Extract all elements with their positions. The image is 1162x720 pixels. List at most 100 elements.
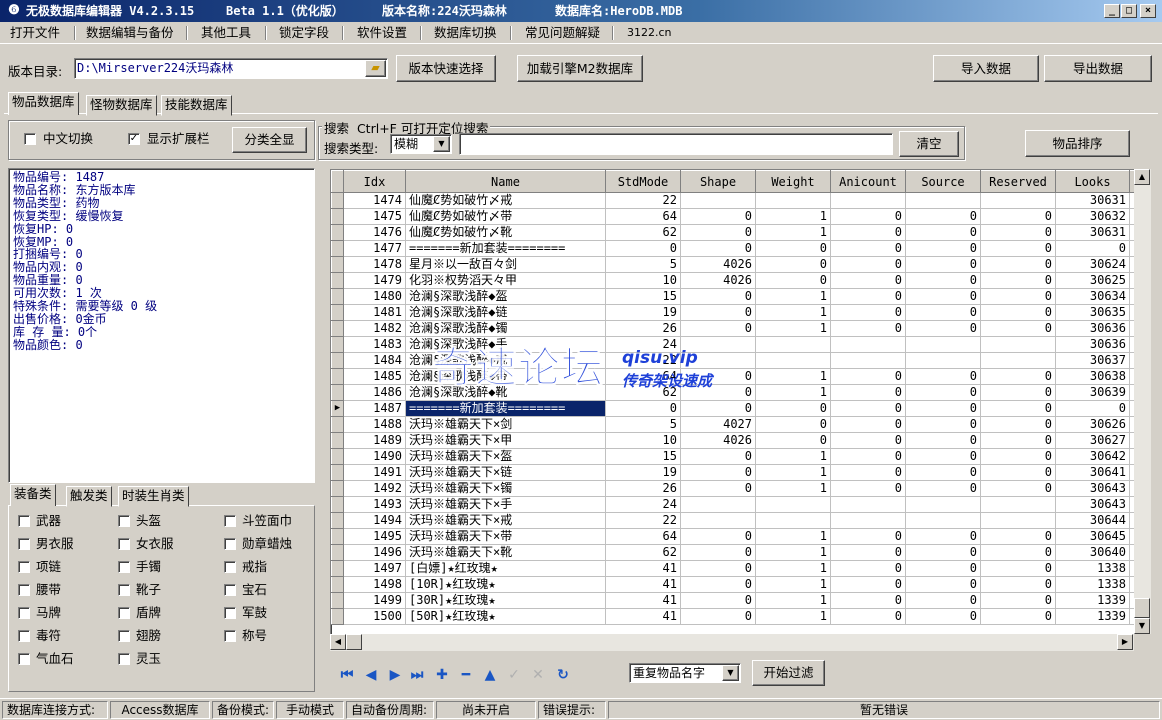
table-row[interactable]: 1482 沧澜§深歌浅醉◆镯 26 0 1 0 0 0 30636: [331, 320, 1137, 337]
scroll-right-icon[interactable]: ▶: [1117, 634, 1133, 650]
cell-reserved[interactable]: 0: [980, 240, 1056, 257]
cell-idx[interactable]: 1489: [343, 432, 406, 449]
cell-source[interactable]: 0: [905, 400, 981, 417]
cell-stdmode[interactable]: 5: [605, 416, 681, 433]
first-icon[interactable]: ⏮: [338, 667, 356, 683]
menu-faq[interactable]: 常见问题解疑: [525, 25, 600, 41]
cell-weight[interactable]: [755, 192, 831, 209]
cell-source[interactable]: 0: [905, 576, 981, 593]
cell-shape[interactable]: [680, 496, 756, 513]
row-indicator[interactable]: [331, 560, 344, 577]
table-row[interactable]: 1497 [白嫖]★红玫瑰★ 41 0 1 0 0 0 1338: [331, 560, 1137, 577]
cell-stdmode[interactable]: 22: [605, 512, 681, 529]
cell-reserved[interactable]: [980, 192, 1056, 209]
cell-shape[interactable]: 0: [680, 448, 756, 465]
cell-name[interactable]: =======新加套装========: [405, 240, 606, 257]
cell-source[interactable]: 0: [905, 448, 981, 465]
table-row[interactable]: 1474 仙魔Ȼ势如破竹〆戒 22 30631: [331, 192, 1137, 209]
cell-looks[interactable]: 1339: [1055, 608, 1130, 625]
row-indicator[interactable]: [331, 304, 344, 321]
cell-weight[interactable]: [755, 496, 831, 513]
menu-software-settings[interactable]: 软件设置: [357, 25, 407, 41]
row-indicator[interactable]: [331, 496, 344, 513]
cell-looks[interactable]: 1339: [1055, 592, 1130, 609]
table-row[interactable]: 1498 [10R]★红玫瑰★ 41 0 1 0 0 0 1338: [331, 576, 1137, 593]
cell-idx[interactable]: 1486: [343, 384, 406, 401]
chinese-toggle-checkbox[interactable]: [24, 133, 36, 145]
cell-idx[interactable]: 1485: [343, 368, 406, 385]
row-indicator[interactable]: [331, 608, 344, 625]
cell-shape[interactable]: [680, 336, 756, 353]
cell-name[interactable]: 沧澜§深歌浅醉◆盔: [405, 288, 606, 305]
cell-reserved[interactable]: 0: [980, 576, 1056, 593]
cell-reserved[interactable]: 0: [980, 224, 1056, 241]
cell-source[interactable]: 0: [905, 224, 981, 241]
cell-name[interactable]: 沧澜§深歌浅醉◆戒: [405, 352, 606, 369]
cell-name[interactable]: 沃玛※雄霸天下×手: [405, 496, 606, 513]
cell-anicount[interactable]: 0: [830, 320, 906, 337]
cell-idx[interactable]: 1482: [343, 320, 406, 337]
category-checkbox[interactable]: [18, 584, 30, 596]
category-checkbox[interactable]: [224, 561, 236, 573]
cell-source[interactable]: 0: [905, 464, 981, 481]
cell-shape[interactable]: 4026: [680, 256, 756, 273]
cell-looks[interactable]: 30642: [1055, 448, 1130, 465]
cell-stdmode[interactable]: 64: [605, 208, 681, 225]
cell-weight[interactable]: 1: [755, 368, 831, 385]
search-input[interactable]: [459, 133, 893, 155]
cell-reserved[interactable]: [980, 352, 1056, 369]
cell-shape[interactable]: 0: [680, 400, 756, 417]
row-indicator[interactable]: [331, 528, 344, 545]
cell-idx[interactable]: 1475: [343, 208, 406, 225]
cell-reserved[interactable]: 0: [980, 400, 1056, 417]
next-icon[interactable]: ▶: [386, 667, 404, 683]
column-header-weight[interactable]: Weight: [755, 170, 831, 193]
delete-icon[interactable]: ━: [457, 667, 475, 683]
cell-reserved[interactable]: 0: [980, 560, 1056, 577]
table-row[interactable]: 1484 沧澜§深歌浅醉◆戒 22 30637: [331, 352, 1137, 369]
cell-weight[interactable]: 1: [755, 304, 831, 321]
cell-reserved[interactable]: 0: [980, 592, 1056, 609]
cell-name[interactable]: [10R]★红玫瑰★: [405, 576, 606, 593]
tab-items[interactable]: 物品数据库: [8, 92, 79, 115]
cell-anicount[interactable]: 0: [830, 464, 906, 481]
cell-reserved[interactable]: 0: [980, 416, 1056, 433]
cell-anicount[interactable]: 0: [830, 544, 906, 561]
cell-looks[interactable]: 1338: [1055, 576, 1130, 593]
category-checkbox[interactable]: [224, 607, 236, 619]
row-indicator[interactable]: [331, 224, 344, 241]
cell-stdmode[interactable]: 26: [605, 320, 681, 337]
cell-anicount[interactable]: 0: [830, 304, 906, 321]
cell-weight[interactable]: 1: [755, 464, 831, 481]
scroll-up-icon[interactable]: ▲: [1134, 169, 1150, 185]
cell-name[interactable]: =======新加套装========: [405, 400, 606, 417]
cell-looks[interactable]: 30631: [1055, 192, 1130, 209]
row-indicator[interactable]: [331, 208, 344, 225]
cell-stdmode[interactable]: 41: [605, 576, 681, 593]
cell-looks[interactable]: 30631: [1055, 224, 1130, 241]
table-row[interactable]: 1481 沧澜§深歌浅醉◆链 19 0 1 0 0 0 30635: [331, 304, 1137, 321]
cell-name[interactable]: 沧澜§深歌浅醉◆链: [405, 304, 606, 321]
row-indicator[interactable]: [331, 544, 344, 561]
table-row[interactable]: 1494 沃玛※雄霸天下×戒 22 30644: [331, 512, 1137, 529]
cell-name[interactable]: 沃玛※雄霸天下×剑: [405, 416, 606, 433]
category-checkbox[interactable]: [224, 515, 236, 527]
tab-skills[interactable]: 技能数据库: [161, 95, 232, 116]
cell-idx[interactable]: 1477: [343, 240, 406, 257]
row-indicator[interactable]: [331, 320, 344, 337]
cell-anicount[interactable]: 0: [830, 592, 906, 609]
cell-idx[interactable]: 1490: [343, 448, 406, 465]
cell-reserved[interactable]: 0: [980, 480, 1056, 497]
cell-source[interactable]: 0: [905, 560, 981, 577]
cell-weight[interactable]: 1: [755, 576, 831, 593]
cell-source[interactable]: 0: [905, 384, 981, 401]
table-row[interactable]: ▶ 1487 =======新加套装======== 0 0 0 0 0 0 0: [331, 400, 1137, 417]
cell-shape[interactable]: 0: [680, 240, 756, 257]
row-indicator[interactable]: [331, 272, 344, 289]
menu-other-tools[interactable]: 其他工具: [201, 25, 251, 41]
cell-stdmode[interactable]: 41: [605, 592, 681, 609]
cell-anicount[interactable]: [830, 512, 906, 529]
category-checkbox[interactable]: [118, 561, 130, 573]
cell-idx[interactable]: 1478: [343, 256, 406, 273]
cell-reserved[interactable]: [980, 512, 1056, 529]
